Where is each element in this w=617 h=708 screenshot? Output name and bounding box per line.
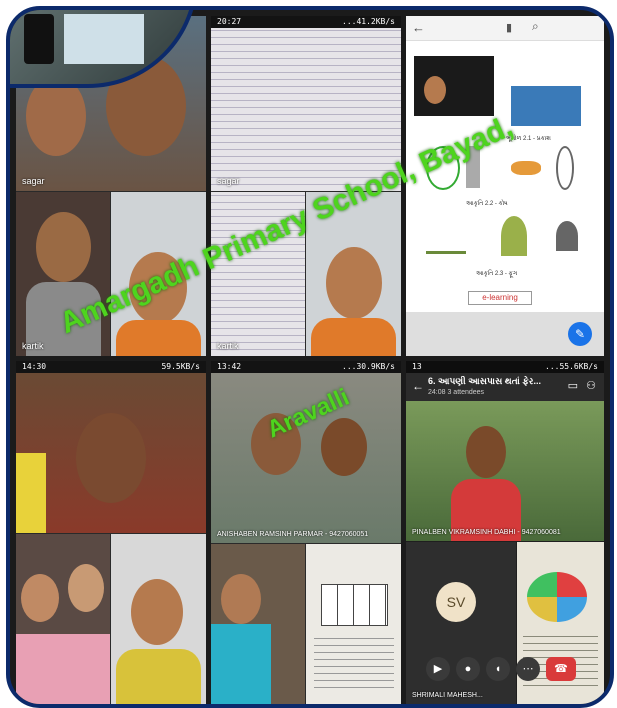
fungus-diagram (556, 221, 578, 251)
more-options-icon[interactable]: ⋯ (516, 657, 540, 681)
status-bar: 13 ...55.6KB/s (406, 361, 604, 373)
edit-fab-pencil-icon[interactable]: ✎ (568, 322, 592, 346)
status-time: 13 (412, 362, 422, 371)
fungus-diagram (501, 216, 527, 256)
status-bar: 14:30 59.5KB/s (16, 361, 206, 373)
status-bar: 13:42 ...30.9KB/s (211, 361, 401, 373)
notebook-image (64, 14, 144, 64)
chat-icon[interactable]: ▭ (568, 379, 578, 392)
status-network: ...30.9KB/s (342, 362, 395, 371)
participant-shirt (16, 634, 110, 704)
participant-name: PINALBEN VIKRAMSINH DABHI - 9427060081 (412, 529, 561, 536)
participant-face (321, 418, 367, 476)
fungus-diagram (426, 221, 466, 254)
status-time: 14:30 (22, 362, 47, 371)
participant-face (466, 426, 506, 478)
viewer-toolbar: ← ▮ ⌕ (406, 16, 604, 41)
participant-face (221, 574, 261, 624)
participant-name: sagar (217, 176, 240, 186)
participant-tile-kartik[interactable]: kartik (16, 192, 110, 356)
participant-face (36, 212, 91, 282)
status-network: ...41.2KB/s (342, 17, 395, 26)
participant-name: SHRIMALI MAHESH... (412, 692, 483, 699)
status-time: 13:42 (217, 362, 242, 371)
participant-face (26, 76, 86, 156)
panel-teams-meeting: 13 ...55.6KB/s ← 6. આપણી આસપાસ થતાં ફેર.… (406, 361, 604, 704)
status-network: ...55.6KB/s (545, 362, 598, 371)
meeting-title: 6. આપણી આસપાસ થતાં ફેર... (428, 376, 541, 386)
back-arrow-icon[interactable]: ← (412, 20, 425, 35)
participant-name: sagar (22, 176, 45, 186)
self-video-thumbnail[interactable] (414, 56, 494, 116)
book-illustration (527, 572, 587, 622)
panel-screen-share: ← ▮ ⌕ ભૂગોળ 2.1 - પ્રકાશ આકૃતિ 2.2 - કોષ… (406, 16, 604, 356)
status-network: 59.5KB/s (161, 362, 200, 371)
participant-face (424, 76, 446, 104)
participant-face (21, 574, 59, 622)
diagram-caption: આકૃતિ 2.2 - કોષ (466, 201, 508, 207)
people-icon[interactable]: ⚇ (586, 379, 596, 392)
participant-face (76, 413, 146, 503)
call-controls: ▶ ● ◖ ⋯ ☎ (426, 657, 586, 683)
participant-tile-teacher[interactable] (111, 534, 206, 704)
participant-shirt (116, 320, 201, 356)
participant-name: kartik (217, 341, 239, 351)
file-icon[interactable]: ▮ (506, 21, 512, 34)
camera-icon[interactable]: ▶ (426, 657, 450, 681)
participant-tile-sagar[interactable]: sagar (211, 28, 401, 191)
end-call-icon[interactable]: ☎ (546, 657, 576, 681)
participant-shirt (116, 649, 201, 704)
avatar: SV (436, 582, 476, 622)
book-table (321, 584, 388, 626)
cell-diagram (556, 146, 574, 190)
book-text (314, 634, 394, 694)
cloth-background (16, 453, 46, 533)
participant-tile-girl[interactable] (16, 373, 206, 533)
status-time: 20:27 (217, 17, 242, 26)
microscope-image (511, 86, 581, 126)
participant-shirt (311, 318, 396, 356)
elearning-badge: e-learning (468, 291, 532, 305)
status-bar: 20:27 ...41.2KB/s (211, 16, 401, 28)
speaker-icon[interactable]: ◖ (486, 657, 510, 681)
participant-shirt (211, 624, 271, 704)
participant-name: ANISHABEN RAMSINH PARMAR - 9427060051 (217, 531, 369, 538)
participant-face (131, 579, 183, 645)
participant-face (326, 247, 382, 319)
participant-tile-pinalben[interactable]: PINALBEN VIKRAMSINH DABHI - 9427060081 (406, 401, 604, 541)
back-arrow-icon[interactable]: ← (412, 379, 424, 393)
microphone-icon[interactable]: ● (456, 657, 480, 681)
diagram-caption: આકૃતિ 2.3 - ફૂગ (476, 271, 518, 277)
participant-tile-book[interactable] (306, 544, 401, 704)
participant-tile-girls[interactable] (211, 544, 305, 704)
meeting-header: ← 6. આપણી આસપાસ થતાં ફેર... 24:08 3 atte… (406, 373, 604, 401)
panel-video-call-4: 14:30 59.5KB/s (16, 361, 206, 704)
cell-diagram (511, 161, 541, 175)
phone-icon (24, 14, 54, 64)
participant-name: kartik (22, 341, 44, 351)
meeting-subtitle: 24:08 3 attendees (428, 389, 485, 396)
participant-tile-girls[interactable] (16, 534, 110, 704)
collage-frame: sagar kartik 20:27 ...41.2KB/s sagar kar… (6, 6, 614, 708)
participant-face (68, 564, 104, 612)
search-icon[interactable]: ⌕ (532, 19, 539, 34)
